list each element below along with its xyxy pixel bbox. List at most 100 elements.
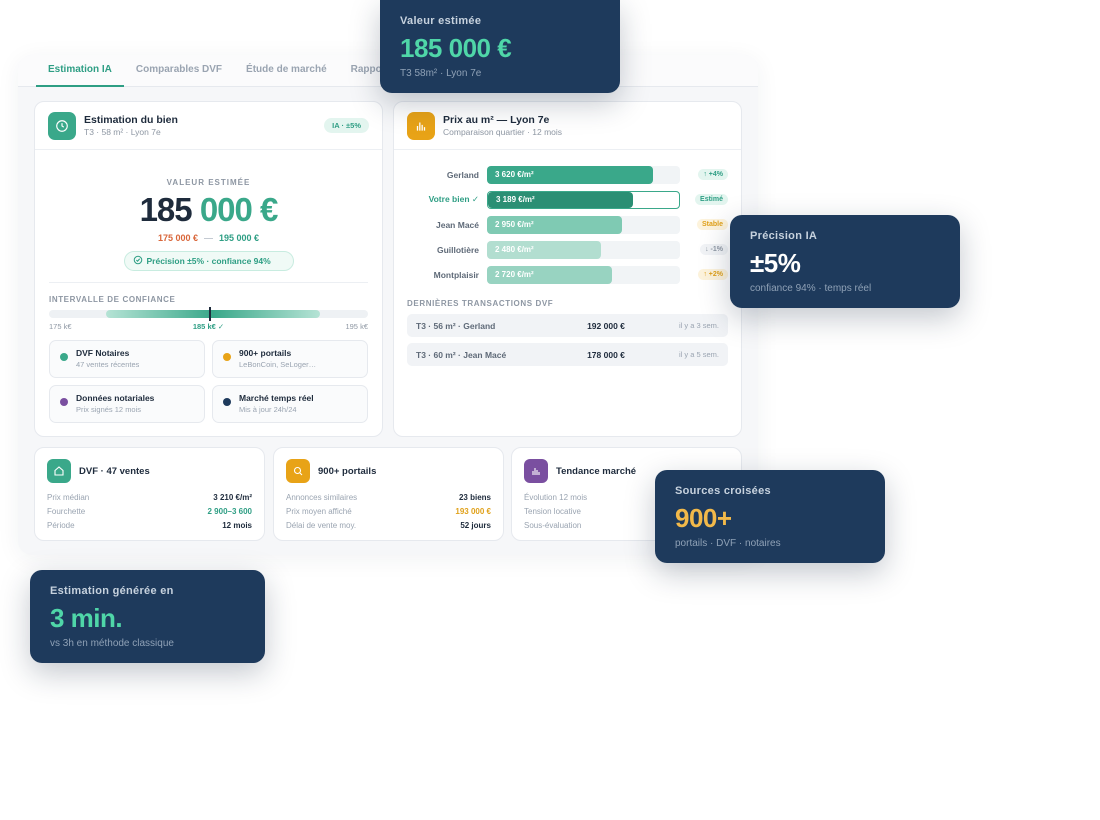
float-value: 3 min. [50, 603, 123, 633]
estimation-panel: Estimation du bien T3 · 58 m² · Lyon 7e … [34, 101, 383, 437]
price-m2-panel: Prix au m² — Lyon 7e Comparaison quartie… [393, 101, 742, 437]
price-bar-row: Jean Macé 2 950 €/m² Stable [407, 212, 728, 237]
ci-mid: 185 k€ ✓ [192, 322, 225, 331]
trend-badge: ↑ +2% [698, 269, 728, 280]
clock-icon [48, 111, 76, 140]
source-sub: LeBonCoin, SeLoger… [239, 360, 317, 369]
ci-high: 195 k€ [345, 322, 368, 331]
float-value: 185 000 € [400, 33, 512, 63]
card-title: Tendance marché [556, 465, 637, 477]
bar-fill: 3 189 €/m² [488, 191, 633, 208]
bar-fill: 2 480 €/m² [487, 240, 601, 259]
transaction-date: il y a 5 sem. [678, 350, 719, 359]
source-title: DVF Notaires [76, 348, 130, 358]
range-high: 195 000 € [219, 233, 260, 243]
dot-icon [223, 353, 231, 361]
precision-text: Précision ±5% · confiance 94% [146, 256, 271, 266]
estimation-title: Estimation du bien [84, 114, 178, 126]
dot-icon [223, 398, 231, 406]
price-title: Prix au m² — Lyon 7e [443, 114, 550, 126]
check-circle-icon [133, 255, 143, 267]
trend-badge: ↓ -1% [700, 244, 728, 255]
transaction-desc: T3 · 60 m² · Jean Macé [416, 349, 507, 360]
transaction-price: 178 000 € [587, 349, 625, 360]
tab-comparables-dvf[interactable]: Comparables DVF [124, 55, 234, 87]
ci-low: 175 k€ [49, 322, 72, 331]
bar-fill: 2 950 €/m² [487, 215, 623, 234]
float-estimation-time: Estimation générée en 3 min. vs 3h en mé… [30, 570, 265, 663]
stat-label: Prix médian [47, 492, 90, 502]
estimation-subtitle: T3 · 58 m² · Lyon 7e [84, 127, 161, 137]
bar-label: Gerland [446, 169, 479, 180]
float-valeur-estimee: Valeur estimée 185 000 € T3 58m² · Lyon … [380, 0, 620, 93]
stat-label: Annonces similaires [286, 492, 358, 502]
tab-estimation-ia[interactable]: Estimation IA [36, 55, 124, 87]
card-title: 900+ portails [318, 465, 377, 477]
transactions-label: DERNIÈRES TRANSACTIONS DVF [407, 299, 554, 308]
ci-label: INTERVALLE DE CONFIANCE [49, 295, 176, 304]
bar-track: 2 950 €/m² [487, 215, 680, 234]
bar-fill: 3 620 €/m² [487, 165, 654, 184]
value-part-2: 000 € [199, 191, 279, 228]
stat-value: 2 900–3 600 [207, 506, 253, 516]
bar-track: 3 620 €/m² [487, 165, 680, 184]
stat-label: Fourchette [47, 506, 86, 516]
trend-badge: Stable [696, 219, 728, 230]
estimation-header: Estimation du bien T3 · 58 m² · Lyon 7e … [35, 102, 382, 150]
bar-fill: 2 720 €/m² [487, 265, 613, 284]
price-bar-row: Votre bien ✓ 3 189 €/m² Estimé [407, 187, 728, 212]
confidence-marker [208, 307, 211, 321]
source-portails: 900+ portails LeBonCoin, SeLoger… [212, 340, 368, 378]
float-title: Sources croisées [675, 485, 771, 497]
stat-value: 193 000 € [455, 506, 491, 516]
transaction-row[interactable]: T3 · 60 m² · Jean Macé 178 000 € il y a … [407, 343, 728, 366]
bar-chart-icon [407, 111, 435, 140]
dvf-card: DVF · 47 ventes Prix médian 3 210 €/m² Fo… [34, 447, 265, 541]
price-bars: Gerland 3 620 €/m² ↑ +4% Votre bien ✓ 3 189 … [394, 150, 741, 287]
confidence-bar [49, 307, 368, 321]
stat-label: Tension locative [524, 506, 581, 516]
bar-track: 3 189 €/m² [487, 190, 680, 209]
dot-icon [60, 353, 68, 361]
transaction-row[interactable]: T3 · 56 m² · Gerland 192 000 € il y a 3 … [407, 314, 728, 337]
search-icon [286, 459, 310, 483]
home-icon [47, 459, 71, 483]
float-sources-croisees: Sources croisées 900+ portails · DVF · n… [655, 470, 885, 563]
dot-icon [60, 398, 68, 406]
bar-label: Votre bien ✓ [428, 194, 479, 204]
stat-label: Période [47, 520, 75, 530]
stat-label: Sous-évaluation [524, 520, 582, 530]
stat-value: 12 mois [222, 520, 252, 530]
tab-etude-marche[interactable]: Étude de marché [234, 55, 339, 87]
estimated-value: 185 000 € [35, 191, 382, 229]
source-temps-reel: Marché temps réel Mis à jour 24h/24 [212, 385, 368, 423]
transaction-price: 192 000 € [587, 320, 625, 331]
precision-pill: Précision ±5% · confiance 94% [123, 251, 294, 271]
trend-badge: Estimé [695, 194, 728, 205]
stat-value: 3 210 €/m² [213, 492, 252, 502]
float-title: Valeur estimée [400, 15, 482, 27]
bar-chart-icon [524, 459, 548, 483]
stat-value: 23 biens [458, 492, 491, 502]
source-sub: Prix signés 12 mois [76, 405, 142, 414]
source-title: Données notariales [76, 393, 155, 403]
price-subtitle: Comparaison quartier · 12 mois [443, 127, 563, 137]
float-title: Précision IA [750, 230, 818, 242]
card-title: DVF · 47 ventes [79, 465, 150, 477]
app-window: Estimation IA Comparables DVF Étude de m… [18, 55, 758, 555]
stat-label: Prix moyen affiché [286, 506, 352, 516]
source-sub: Mis à jour 24h/24 [239, 405, 297, 414]
bar-track: 2 720 €/m² [487, 265, 680, 284]
float-precision-ia: Précision IA ±5% confiance 94% · temps r… [730, 215, 960, 308]
range-separator: — [204, 233, 213, 243]
transaction-desc: T3 · 56 m² · Gerland [416, 320, 496, 331]
bar-label: Montplaisir [433, 269, 479, 280]
float-sub: confiance 94% · temps réel [750, 283, 872, 294]
price-bar-row: Gerland 3 620 €/m² ↑ +4% [407, 162, 728, 187]
price-header: Prix au m² — Lyon 7e Comparaison quartie… [394, 102, 741, 150]
stat-label: Évolution 12 mois [524, 492, 588, 502]
range-low: 175 000 € [157, 233, 198, 243]
ia-badge: IA · ±5% [324, 118, 369, 133]
bar-track: 2 480 €/m² [487, 240, 680, 259]
value-range: 175 000 € — 195 000 € [35, 233, 382, 243]
